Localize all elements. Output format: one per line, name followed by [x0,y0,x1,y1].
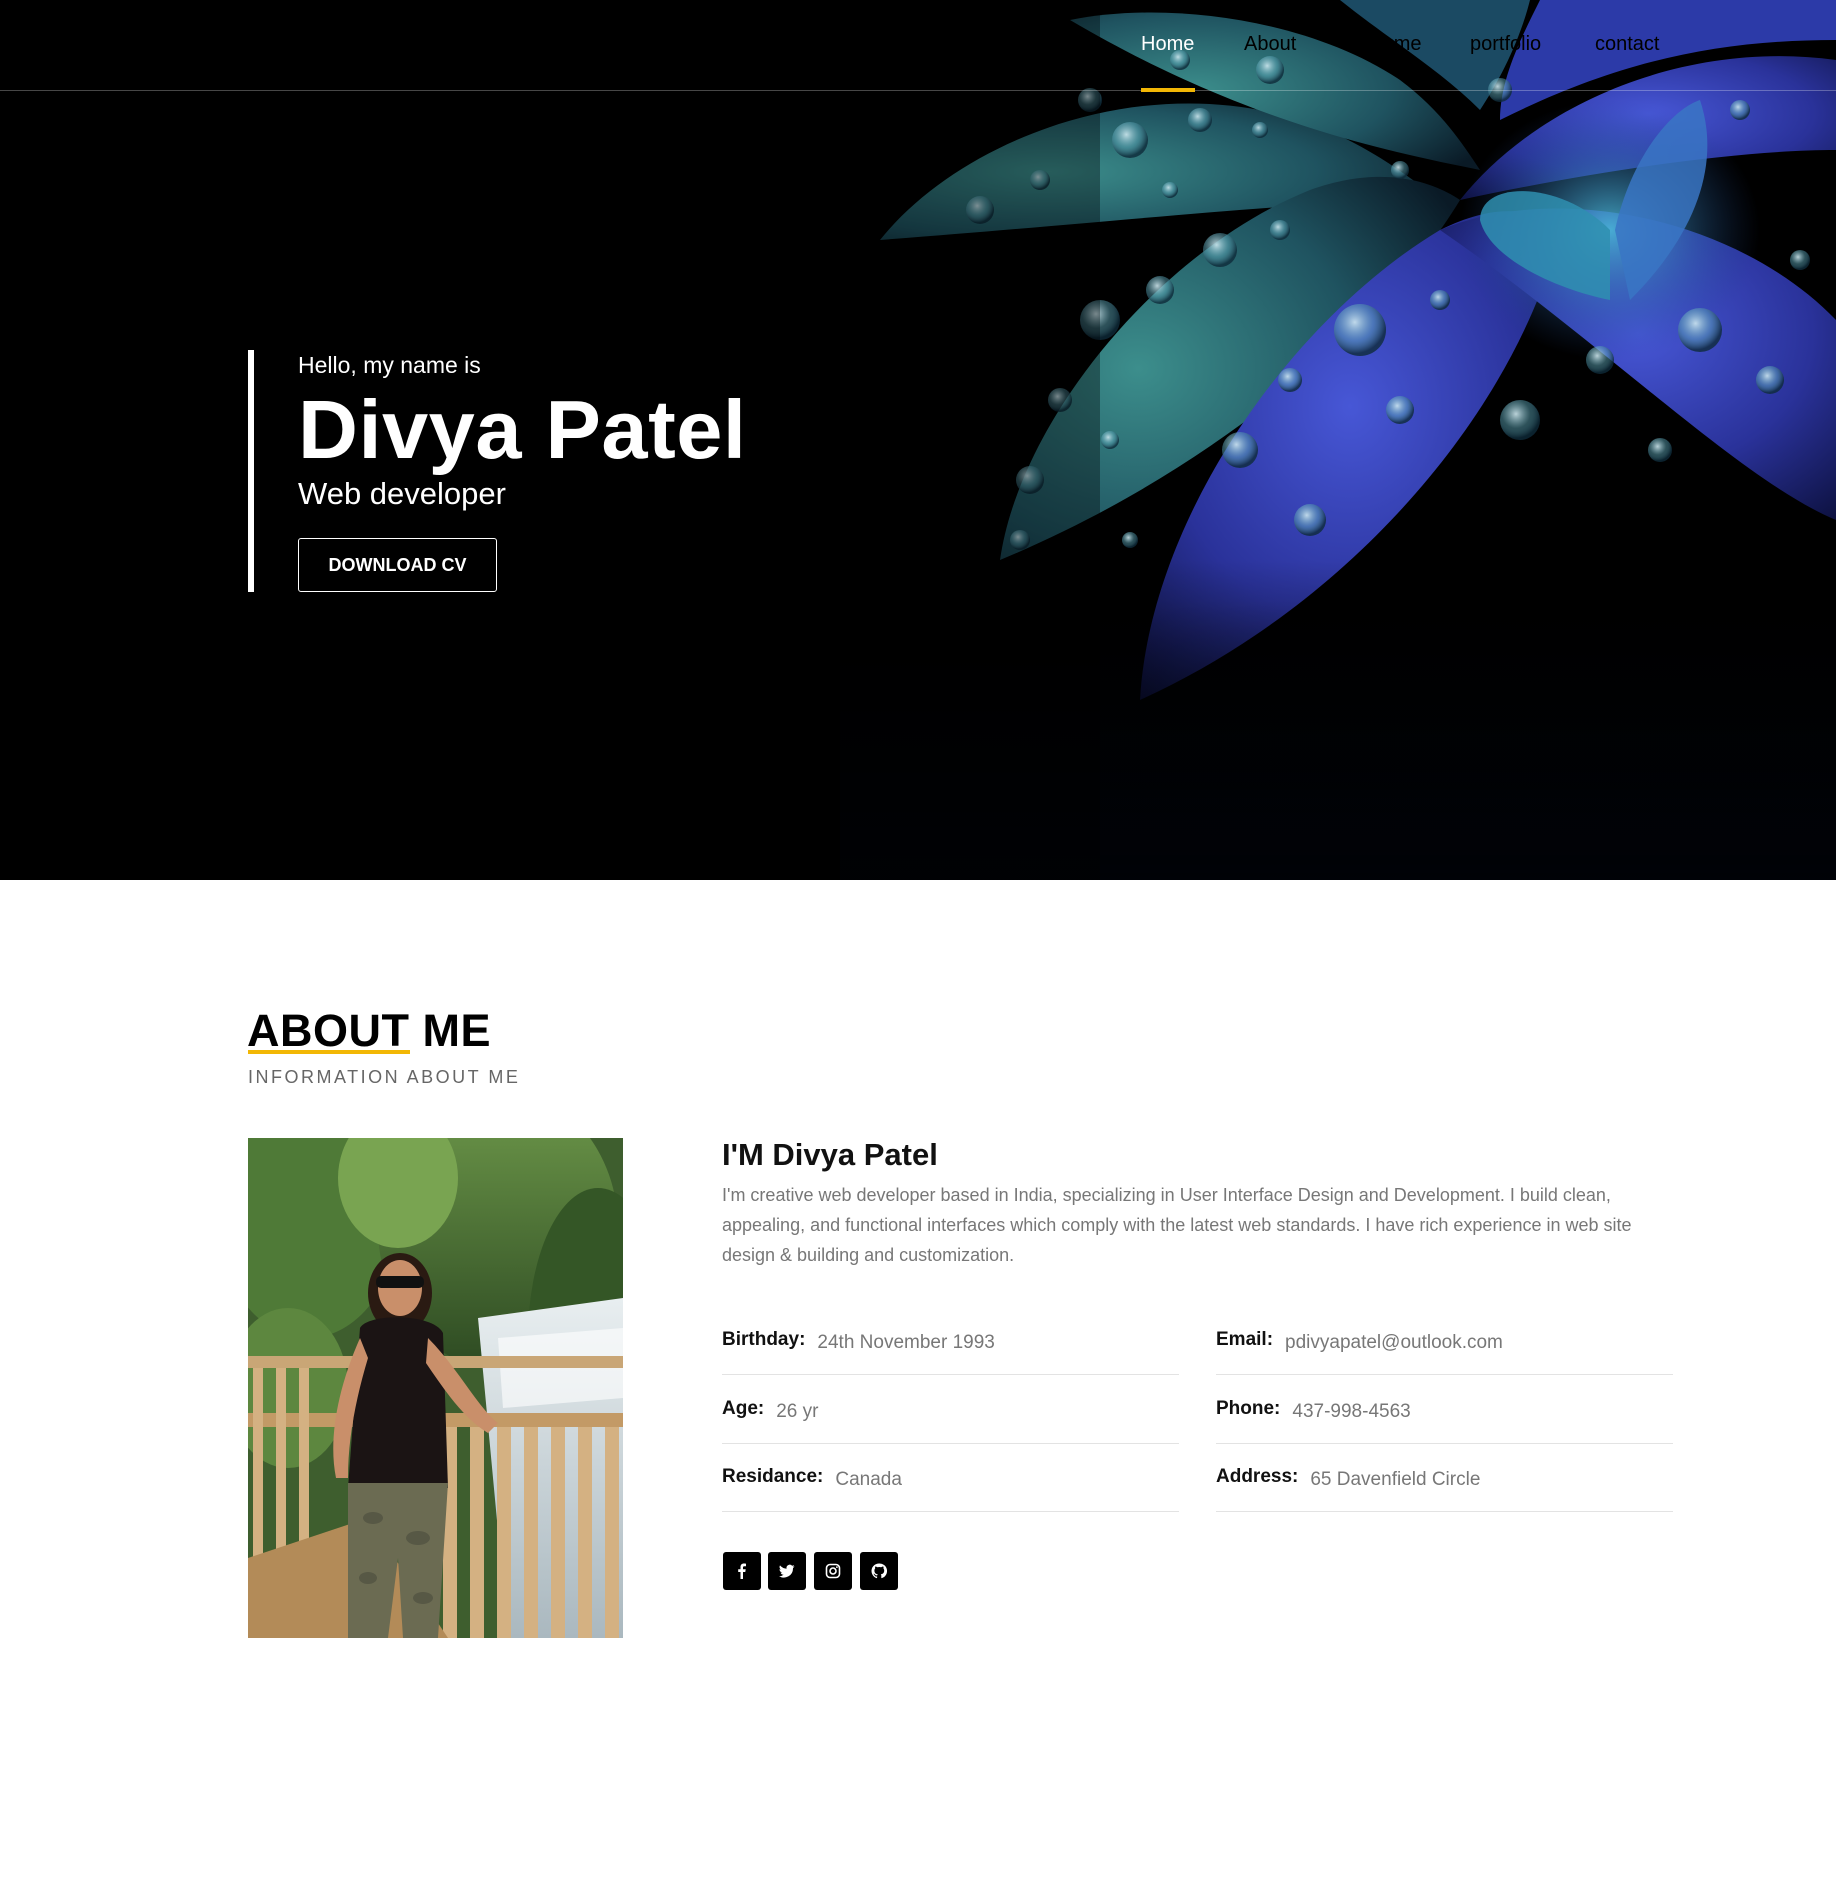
detail-value: Canada [835,1469,902,1490]
section-subtitle: INFORMATION ABOUT ME [248,1067,521,1087]
download-cv-button[interactable]: DOWNLOAD CV [298,538,497,592]
detail-value[interactable]: pdivyapatel@outlook.com [1285,1331,1503,1355]
hero-greeting: Hello, my name is [298,352,481,378]
top-navigation: Home About Resume portfolio contact [0,0,1836,92]
hero-name: Divya Patel [298,383,747,476]
facebook-icon [738,1563,746,1579]
nav-item-portfolio[interactable]: portfolio [1470,30,1541,58]
detail-address: Address: 65 Davenfield Circle [1216,1444,1673,1512]
detail-phone: Phone: 437-998-4563 [1216,1376,1673,1444]
twitter-button[interactable] [768,1552,806,1590]
github-button[interactable] [860,1552,898,1590]
nav-item-home[interactable]: Home [1141,30,1194,58]
detail-label: Email: [1216,1329,1274,1350]
detail-label: Age: [722,1398,765,1419]
detail-value: 24th November 1993 [817,1332,995,1353]
hero-role: Web developer [298,476,506,511]
instagram-icon [825,1563,841,1579]
about-bio: I'm creative web developer based in Indi… [722,1185,1632,1265]
about-heading: I'M Divya Patel [722,1137,938,1172]
detail-label: Birthday: [722,1329,806,1350]
detail-value: 65 Davenfield Circle [1310,1469,1481,1490]
facebook-button[interactable] [723,1552,761,1590]
detail-value: 26 yr [776,1401,819,1422]
detail-label: Address: [1216,1466,1299,1487]
detail-residence: Residance: Canada [722,1444,1179,1512]
profile-photo [248,1138,623,1638]
active-nav-indicator [1141,88,1195,92]
detail-label: Phone: [1216,1398,1281,1419]
nav-item-about[interactable]: About [1244,30,1296,58]
detail-label: Residance: [722,1466,824,1487]
twitter-icon [779,1564,795,1578]
detail-email: Email: pdivyapatel@outlook.com [1216,1307,1673,1375]
hero-background-image [840,0,1836,880]
github-icon [871,1563,887,1579]
hero-intro: Hello, my name is Divya Patel Web develo… [248,350,948,592]
detail-age: Age: 26 yr [722,1376,1179,1444]
nav-item-contact[interactable]: contact [1595,30,1659,58]
section-title-underline [248,1050,410,1054]
nav-item-resume[interactable]: Resume [1347,30,1421,58]
hero-section: Home About Resume portfolio contact Hell… [0,0,1836,880]
detail-value: 437-998-4563 [1292,1401,1411,1422]
instagram-button[interactable] [814,1552,852,1590]
detail-birthday: Birthday: 24th November 1993 [722,1307,1179,1375]
